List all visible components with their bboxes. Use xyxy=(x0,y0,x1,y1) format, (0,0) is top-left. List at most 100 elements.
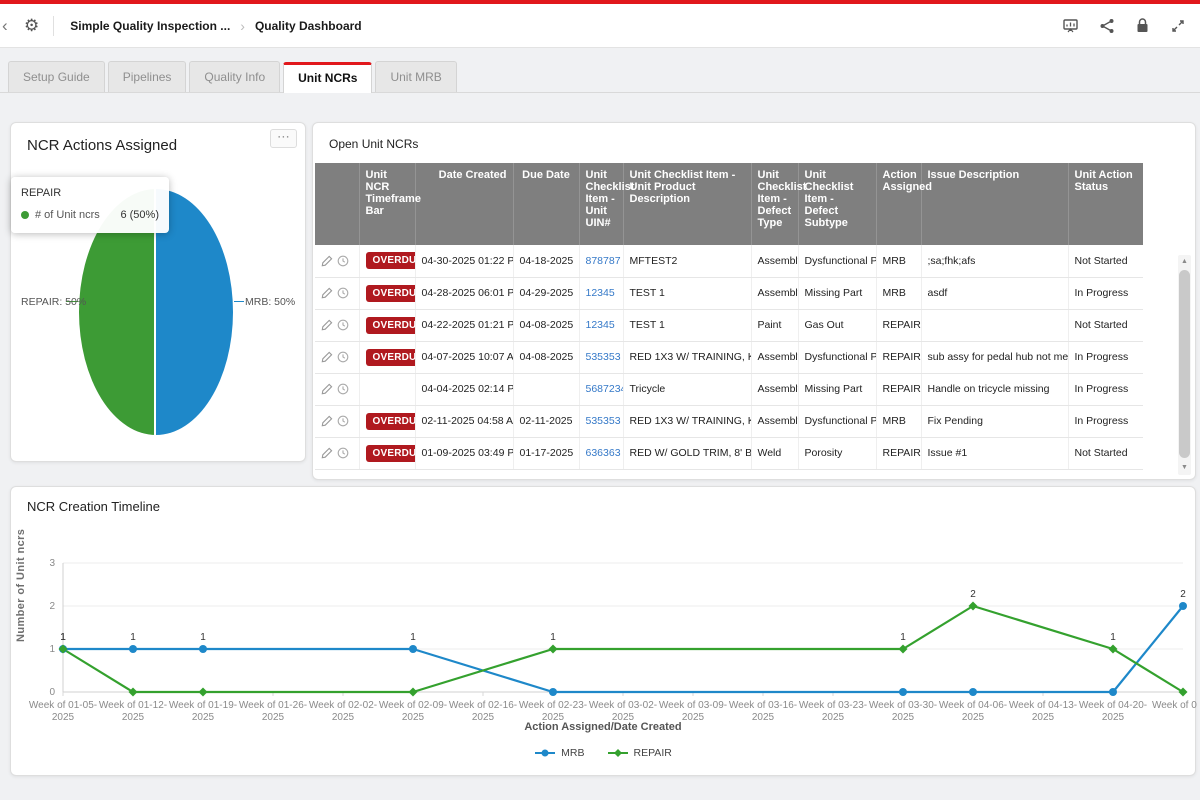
chevron-right-icon: › xyxy=(240,18,245,34)
svg-text:Week of 03-02-2025: Week of 03-02-2025 xyxy=(589,700,657,721)
tab-pipelines[interactable]: Pipelines xyxy=(108,61,187,92)
cell-product: TEST 1 xyxy=(623,277,751,309)
table-row[interactable]: OVERDUE 01-09-2025 03:49 PM 01-17-2025 6… xyxy=(315,437,1143,469)
uin-link[interactable]: 535353 xyxy=(579,341,623,373)
fullscreen-icon[interactable] xyxy=(1170,18,1186,34)
legend-item-repair[interactable]: REPAIR xyxy=(607,747,672,759)
cell-action-assigned: REPAIR xyxy=(876,373,921,405)
uin-link[interactable]: 5687234 xyxy=(579,373,623,405)
table-scrollbar[interactable]: ▲ ▼ xyxy=(1178,255,1191,475)
cell-product: Tricycle xyxy=(623,373,751,405)
tab-unit-mrb[interactable]: Unit MRB xyxy=(375,61,456,92)
uin-link[interactable]: 878787 xyxy=(579,245,623,277)
cell-defect-subtype: Dysfunctional Part xyxy=(798,405,876,437)
collapse-chevron-icon[interactable]: ‹ xyxy=(0,16,16,36)
cell-defect-subtype: Porosity xyxy=(798,437,876,469)
marker-circle xyxy=(409,645,417,653)
scroll-up-icon[interactable]: ▲ xyxy=(1178,255,1191,269)
edit-pencil-icon[interactable] xyxy=(321,319,333,331)
history-clock-icon[interactable] xyxy=(337,415,349,427)
share-icon[interactable] xyxy=(1099,18,1115,34)
svg-text:Week of 03-30-2025: Week of 03-30-2025 xyxy=(869,700,937,721)
gear-icon[interactable]: ⚙ xyxy=(16,16,54,36)
cell-defect-subtype: Missing Part xyxy=(798,373,876,405)
column-header[interactable]: Unit Checklist Item - Unit Product Descr… xyxy=(623,163,751,245)
edit-pencil-icon[interactable] xyxy=(321,351,333,363)
edit-pencil-icon[interactable] xyxy=(321,383,333,395)
cell-due-date: 04-29-2025 xyxy=(513,277,579,309)
column-header[interactable]: Unit Action Status xyxy=(1068,163,1143,245)
history-clock-icon[interactable] xyxy=(337,319,349,331)
column-header[interactable]: Unit Checklist Item - Defect Subtype xyxy=(798,163,876,245)
marker-circle xyxy=(549,688,557,696)
scrollbar-thumb[interactable] xyxy=(1179,270,1190,458)
table-row[interactable]: 04-04-2025 02:14 PM 5687234 Tricycle Ass… xyxy=(315,373,1143,405)
column-header[interactable]: Unit Checklist Item - Unit UIN# xyxy=(579,163,623,245)
uin-link[interactable]: 535353 xyxy=(579,405,623,437)
cell-date-created: 04-07-2025 10:07 AM xyxy=(415,341,513,373)
cell-action-assigned: REPAIR xyxy=(876,309,921,341)
cell-status: In Progress xyxy=(1068,341,1143,373)
uin-link[interactable]: 12345 xyxy=(579,277,623,309)
tab-unit-ncrs[interactable]: Unit NCRs xyxy=(283,62,372,93)
cell-product: TEST 1 xyxy=(623,309,751,341)
cell-defect-type: Assembly xyxy=(751,373,798,405)
marker-circle xyxy=(199,645,207,653)
cell-date-created: 04-22-2025 01:21 PM xyxy=(415,309,513,341)
edit-pencil-icon[interactable] xyxy=(321,287,333,299)
breadcrumb-app-name[interactable]: Simple Quality Inspection ... xyxy=(70,19,230,33)
history-clock-icon[interactable] xyxy=(337,383,349,395)
cell-status: Not Started xyxy=(1068,245,1143,277)
tab-quality-info[interactable]: Quality Info xyxy=(189,61,280,92)
history-clock-icon[interactable] xyxy=(337,447,349,459)
timeline-chart[interactable]: 0123Week of 01-05-2025Week of 01-12-2025… xyxy=(11,517,1197,721)
svg-text:2: 2 xyxy=(1180,589,1186,600)
svg-text:Week of 01-05-2025: Week of 01-05-2025 xyxy=(29,700,97,721)
cell-date-created: 04-04-2025 02:14 PM xyxy=(415,373,513,405)
table-row[interactable]: OVERDUE 04-07-2025 10:07 AM 04-08-2025 5… xyxy=(315,341,1143,373)
column-header[interactable]: Issue Description xyxy=(921,163,1068,245)
column-header[interactable] xyxy=(315,163,359,245)
column-header[interactable]: Unit NCR Timeframe Bar xyxy=(359,163,415,245)
presentation-icon[interactable] xyxy=(1062,17,1079,34)
svg-text:Week of 04-20-2025: Week of 04-20-2025 xyxy=(1079,700,1147,721)
edit-pencil-icon[interactable] xyxy=(321,447,333,459)
column-header[interactable]: Action Assigned xyxy=(876,163,921,245)
cell-action-assigned: MRB xyxy=(876,245,921,277)
ncr-table: Unit NCR Timeframe BarDate CreatedDue Da… xyxy=(315,163,1143,470)
history-clock-icon[interactable] xyxy=(337,287,349,299)
uin-link[interactable]: 12345 xyxy=(579,309,623,341)
lock-icon[interactable] xyxy=(1135,17,1150,34)
column-header[interactable]: Unit Checklist Item - Defect Type xyxy=(751,163,798,245)
table-row[interactable]: OVERDUE 04-30-2025 01:22 PM 04-18-2025 8… xyxy=(315,245,1143,277)
column-header[interactable]: Due Date xyxy=(513,163,579,245)
table-row[interactable]: OVERDUE 04-22-2025 01:21 PM 04-08-2025 1… xyxy=(315,309,1143,341)
column-header[interactable]: Date Created xyxy=(415,163,513,245)
table-row[interactable]: OVERDUE 02-11-2025 04:58 AM 02-11-2025 5… xyxy=(315,405,1143,437)
history-clock-icon[interactable] xyxy=(337,351,349,363)
svg-text:1: 1 xyxy=(550,632,556,643)
overdue-badge: OVERDUE xyxy=(366,285,416,302)
history-clock-icon[interactable] xyxy=(337,255,349,267)
cell-status: Not Started xyxy=(1068,437,1143,469)
edit-pencil-icon[interactable] xyxy=(321,255,333,267)
edit-pencil-icon[interactable] xyxy=(321,415,333,427)
cell-defect-type: Paint xyxy=(751,309,798,341)
legend-item-mrb[interactable]: MRB xyxy=(534,747,584,759)
cell-date-created: 01-09-2025 03:49 PM xyxy=(415,437,513,469)
marker-circle xyxy=(1179,602,1187,610)
cell-issue-description: Handle on tricycle missing xyxy=(921,373,1068,405)
cell-action-assigned: REPAIR xyxy=(876,437,921,469)
scroll-down-icon[interactable]: ▼ xyxy=(1178,461,1191,475)
options-icon[interactable]: ⋯ xyxy=(270,129,297,148)
tab-setup-guide[interactable]: Setup Guide xyxy=(8,61,105,92)
breadcrumb: Simple Quality Inspection ... › Quality … xyxy=(54,18,361,34)
marker-diamond xyxy=(549,645,558,654)
cell-issue-description: Issue #1 xyxy=(921,437,1068,469)
legend-label: MRB xyxy=(561,747,584,759)
svg-text:1: 1 xyxy=(1110,632,1116,643)
uin-link[interactable]: 636363 xyxy=(579,437,623,469)
svg-text:Week of 03-16-2025: Week of 03-16-2025 xyxy=(729,700,797,721)
cell-product: RED 1X3 W/ TRAINING, KIDS 3' xyxy=(623,405,751,437)
table-row[interactable]: OVERDUE 04-28-2025 06:01 PM 04-29-2025 1… xyxy=(315,277,1143,309)
